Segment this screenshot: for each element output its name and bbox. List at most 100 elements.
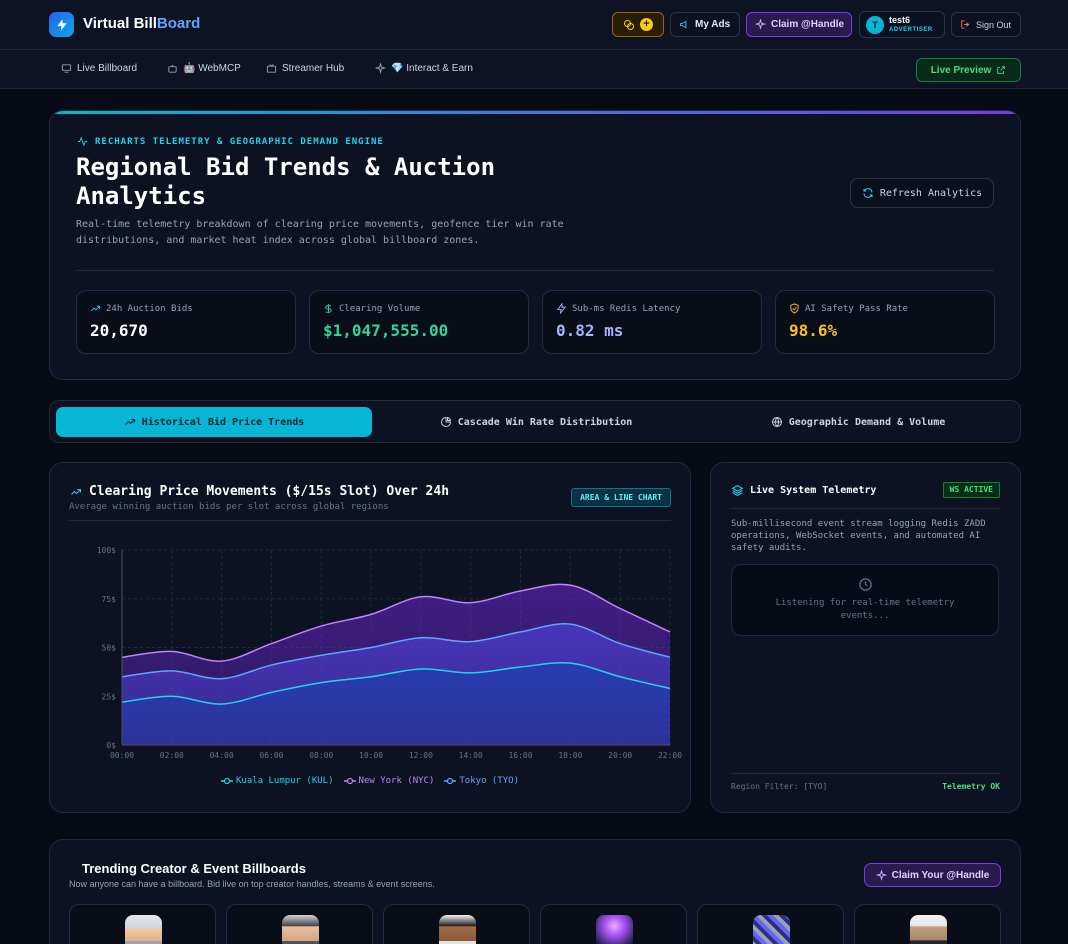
legend-item[interactable]: Tokyo (TYO) [444,776,519,786]
trending-up-icon [124,419,135,425]
creator-card[interactable] [69,904,216,944]
user-role: ADVERTISER [889,26,933,33]
main-nav: Live Billboard 🤖 WebMCP Streamer Hub 💎 I… [0,50,1068,89]
user-name: test6 [889,14,911,25]
creator-card[interactable] [697,904,844,944]
region-filter: Region Filter: [TYO] [731,782,828,791]
creator-avatar [282,915,319,944]
claim-your-handle-button[interactable]: Claim Your @Handle [864,863,1001,887]
x-tick-label: 20:00 [608,751,632,760]
stat-value: 98.6% [789,321,838,340]
divider [76,270,994,271]
stat-card-auction-bids: 24h Auction Bids 20,670 [76,290,296,354]
trending-billboards-section: Trending Creator & Event Billboards Now … [49,839,1021,944]
avatar: T [866,15,884,34]
accent-bar [50,111,1020,114]
nav-streamer-hub[interactable]: Streamer Hub [266,63,344,74]
y-tick-label: 50$ [102,644,117,653]
globe-icon [771,417,782,428]
tab-cascade-win-rate[interactable]: Cascade Win Rate Distribution [378,407,694,437]
telemetry-title: Live System Telemetry [731,484,876,497]
chart-legend: Kuala Lumpur (KUL) New York (NYC) Tokyo (T… [50,776,690,786]
event-thumbnail [596,915,633,944]
telemetry-event-stream: Listening for real-time telemetry events… [731,564,999,636]
add-coins-icon: + [640,18,653,31]
stat-value: $1,047,555.00 [323,321,449,340]
legend-item[interactable]: New York (NYC) [343,776,435,786]
divider [731,773,1000,774]
tab-historical-bid-trends[interactable]: Historical Bid Price Trends [56,407,372,437]
stat-card-clearing-volume: Clearing Volume $1,047,555.00 [309,290,529,354]
pie-chart-icon [440,416,451,427]
ws-status-badge: WS ACTIVE [942,482,1000,498]
telemetry-description: Sub-millisecond event stream logging Red… [731,519,986,553]
external-link-icon [997,66,1006,74]
my-ads-button[interactable]: My Ads [670,12,740,37]
stat-card-redis-latency: Sub-ms Redis Latency 0.82 ms [542,290,762,354]
creator-card[interactable] [854,904,1001,944]
chart-subtitle: Average winning auction bids per slot ac… [69,502,389,512]
trending-up-icon [91,305,101,312]
sparkles-icon [375,63,386,74]
sparkles-icon [755,19,766,30]
nav-webmcp[interactable]: 🤖 WebMCP [167,63,241,74]
dollar-icon [325,303,332,314]
lightning-logo-icon[interactable] [49,12,74,37]
zap-icon [556,303,567,314]
activity-icon [77,136,88,147]
tab-geographic-demand[interactable]: Geographic Demand & Volume [700,407,1016,437]
creator-card[interactable] [383,904,530,944]
x-tick-label: 10:00 [359,751,383,760]
x-tick-label: 14:00 [459,751,483,760]
layers-icon [731,485,744,496]
hero-eyebrow: RECHARTS TELEMETRY & GEOGRAPHIC DEMAND E… [76,136,384,147]
x-tick-label: 18:00 [558,751,582,760]
telemetry-status: Telemetry OK [942,782,1000,791]
x-tick-label: 08:00 [309,751,333,760]
section-title: Trending Creator & Event Billboards [82,861,306,876]
nav-interact-earn[interactable]: 💎 Interact & Earn [375,63,473,74]
creator-card[interactable] [226,904,373,944]
y-tick-label: 0$ [106,741,116,750]
shield-check-icon [790,303,799,314]
refresh-analytics-button[interactable]: Refresh Analytics [850,178,994,208]
area-chart: 0$ 25$ 50$ 75$ 100$ 00:00 02:00 04:00 06:00 08:00… [97,546,682,760]
stat-value: 0.82 ms [556,321,624,340]
stat-value: 20,670 [90,321,148,340]
monitor-icon [61,64,72,73]
x-tick-label: 02:00 [160,751,184,760]
x-tick-label: 00:00 [110,751,134,760]
legend-marker-icon [343,777,356,785]
telemetry-empty-state: Listening for real-time telemetry events… [775,598,955,621]
creator-card[interactable] [540,904,687,944]
claim-handle-button[interactable]: Claim @Handle [746,12,852,37]
coins-icon [624,19,634,30]
clock-icon [858,578,872,591]
legend-item[interactable]: Kuala Lumpur (KUL) [220,776,334,786]
x-tick-label: 04:00 [210,751,234,760]
bot-icon [168,64,177,73]
legend-label: Tokyo (TYO) [459,776,519,786]
x-tick-label: 12:00 [409,751,433,760]
live-preview-button[interactable]: Live Preview [916,58,1021,82]
nav-live-billboard[interactable]: Live Billboard [61,63,137,74]
trending-up-icon [71,488,81,495]
legend-marker-icon [220,777,233,785]
analytics-hero: RECHARTS TELEMETRY & GEOGRAPHIC DEMAND E… [49,110,1021,380]
y-tick-label: 25$ [102,692,117,701]
y-tick-label: 75$ [102,595,117,604]
legend-label: New York (NYC) [358,776,435,786]
x-tick-label: 22:00 [658,751,682,760]
brand-name[interactable]: Virtual BillBoard [83,15,200,32]
sign-out-button[interactable]: Sign Out [951,12,1021,37]
user-menu[interactable]: T test6 ADVERTISER [859,11,945,38]
chart-title: Clearing Price Movements ($/15s Slot) Ov… [69,484,449,499]
legend-label: Kuala Lumpur (KUL) [235,776,334,786]
coins-button[interactable]: + [612,12,664,37]
refresh-icon [863,188,873,198]
logout-icon [961,20,970,29]
megaphone-icon [679,20,687,29]
sparkles-icon [875,869,887,881]
creator-avatar [910,915,947,944]
analytics-tabs: Historical Bid Price Trends Cascade Win … [49,400,1021,443]
